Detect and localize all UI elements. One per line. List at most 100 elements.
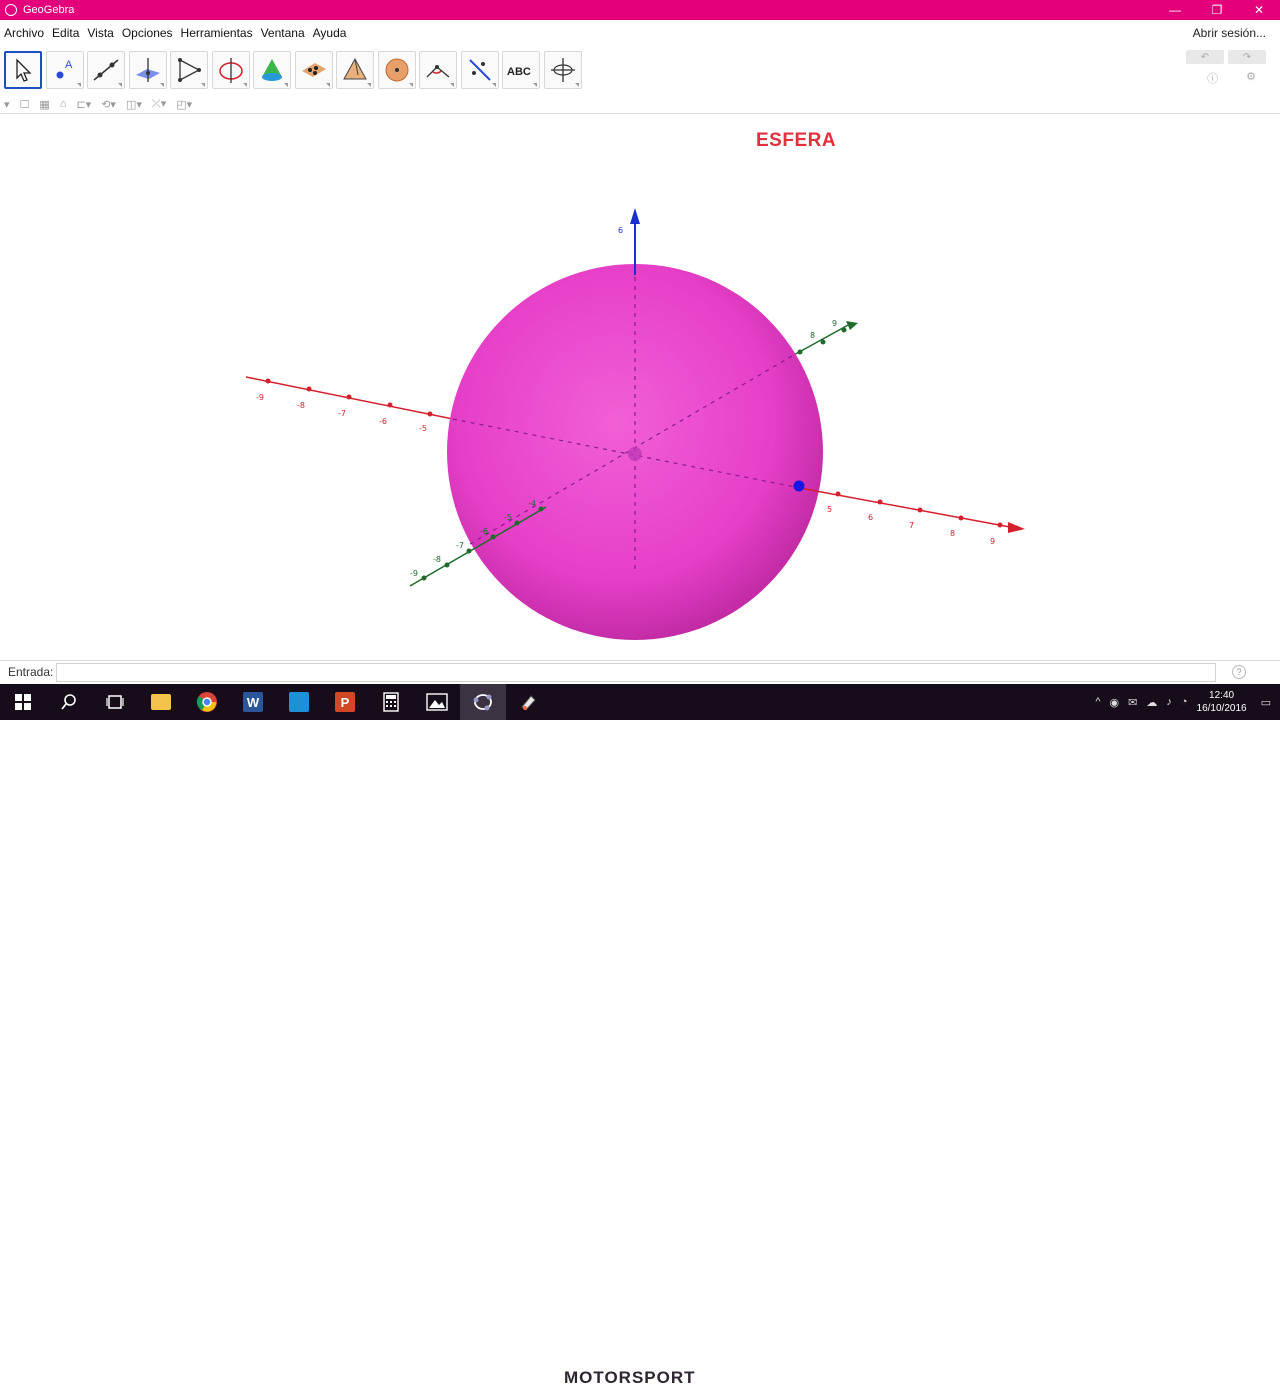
start-button[interactable] <box>0 684 46 720</box>
polygon-tool[interactable] <box>170 51 208 89</box>
taskbar-paint[interactable] <box>506 684 552 720</box>
x-tick-label: 7 <box>909 521 914 530</box>
plane-three-points-tool[interactable] <box>294 51 333 89</box>
svg-text:ABC: ABC <box>507 66 531 78</box>
taskbar-geogebra[interactable] <box>460 684 506 720</box>
x-tick-label: -7 <box>338 409 346 418</box>
y-tick-label: -4 <box>528 499 536 508</box>
text-abc-icon: ABC <box>507 66 531 78</box>
volume-icon[interactable]: ♪ <box>1166 696 1172 708</box>
maximize-button[interactable]: ❐ <box>1196 0 1238 20</box>
close-button[interactable]: ✕ <box>1238 0 1280 20</box>
taskbar-clock[interactable]: 12:40 16/10/2016 <box>1197 689 1247 715</box>
undo-button[interactable]: ↶ <box>1186 50 1224 64</box>
cone-icon <box>262 59 282 81</box>
windows-logo-icon <box>15 694 31 710</box>
tray-overflow-icon[interactable]: ^ <box>1095 696 1100 708</box>
store-icon <box>289 692 309 712</box>
menu-edita[interactable]: Edita <box>52 26 79 40</box>
system-tray: ^ ◉ ✉ ☁ ♪ ◔ 12:40 16/10/2016 ▭ <box>1095 684 1280 720</box>
angle-tool[interactable] <box>419 51 457 89</box>
tray-app-icon[interactable]: ◉ <box>1110 696 1120 709</box>
y-tick-label: -7 <box>456 541 464 550</box>
y-tick-label: -9 <box>410 569 418 578</box>
x-tick-label: -8 <box>297 401 305 410</box>
view-direction-icon[interactable]: ⊏▾ <box>76 98 91 111</box>
clock-date: 16/10/2016 <box>1196 703 1247 714</box>
y-tick-label: -6 <box>480 527 488 536</box>
minimize-button[interactable]: — <box>1154 0 1196 20</box>
menu-vista[interactable]: Vista <box>87 26 113 40</box>
menu-bar: Archivo Edita Vista Opciones Herramienta… <box>0 23 1280 43</box>
input-field[interactable] <box>56 662 1217 682</box>
taskbar-word[interactable]: W <box>230 684 276 720</box>
onedrive-icon[interactable]: ☁ <box>1146 696 1157 709</box>
arrow-cursor-icon <box>16 58 32 82</box>
sign-in-link[interactable]: Abrir sesión... <box>1193 26 1266 40</box>
perpendicular-icon <box>135 58 160 82</box>
help-icon[interactable]: ⓘ <box>1207 70 1218 86</box>
point-a-icon: A <box>56 59 73 79</box>
reflect-tool[interactable] <box>460 51 499 89</box>
line-icon <box>93 59 119 81</box>
x-tick-label: 5 <box>827 505 832 514</box>
intersect-surfaces-tool[interactable] <box>253 51 291 89</box>
home-view-icon[interactable]: ⌂ <box>60 98 67 110</box>
x-tick-label: -5 <box>419 424 427 433</box>
plane-perpendicular-tool[interactable] <box>128 51 167 89</box>
reflect-icon <box>468 59 491 81</box>
gear-icon[interactable]: ⚙ <box>1246 70 1256 86</box>
stylebar-toggle-icon[interactable]: ▾ <box>4 98 10 111</box>
taskbar-photos[interactable] <box>414 684 460 720</box>
window-controls: — ❐ ✕ <box>1154 0 1280 20</box>
grid-toggle-icon[interactable]: ▦ <box>39 98 49 111</box>
menu-ayuda[interactable]: Ayuda <box>313 26 347 40</box>
graphics-3d-view[interactable]: -9 -8 -7 -6 -5 8 9 6 5 6 7 8 9 -9 -8 -7 … <box>0 116 1280 658</box>
header-right-icons: ⓘ ⚙ <box>1207 70 1256 86</box>
sphere-point[interactable] <box>793 480 805 492</box>
line-tool[interactable] <box>87 51 125 89</box>
paint-icon <box>521 695 536 711</box>
background-icon[interactable]: ◰▾ <box>176 98 192 111</box>
axes-toggle-icon[interactable]: ☐ <box>20 98 30 111</box>
title-bar: GeoGebra — ❐ ✕ <box>0 0 1280 20</box>
task-view-button[interactable] <box>92 684 138 720</box>
page-title: ESFERA <box>756 130 837 151</box>
clipping-icon[interactable]: ◫▾ <box>126 98 142 111</box>
taskbar-calculator[interactable] <box>368 684 414 720</box>
redo-button[interactable]: ↷ <box>1228 50 1266 64</box>
x-tick-label: 9 <box>990 537 995 546</box>
menu-archivo[interactable]: Archivo <box>4 26 44 40</box>
y-axis-labels-positive: 8 9 <box>810 319 837 340</box>
input-help-icon[interactable]: ? <box>1232 665 1246 679</box>
menu-ventana[interactable]: Ventana <box>261 26 305 40</box>
move-tool[interactable] <box>4 51 42 89</box>
pyramid-tool[interactable] <box>336 51 374 89</box>
network-icon[interactable]: ◔ <box>1181 696 1188 708</box>
task-view-icon <box>106 695 124 709</box>
text-tool[interactable]: ABC <box>502 51 540 89</box>
undo-redo-group: ↶ ↷ <box>1186 50 1266 64</box>
y-axis-ticks-positive <box>797 327 847 355</box>
x-axis-labels-negative: -9 -8 -7 -6 -5 <box>256 393 427 433</box>
geogebra-icon <box>473 694 492 711</box>
rotate-view-tool[interactable] <box>543 51 582 89</box>
search-button[interactable] <box>46 684 92 720</box>
sphere-tool[interactable] <box>377 51 416 89</box>
taskbar-chrome[interactable] <box>184 684 230 720</box>
projection-icon[interactable]: ⤫▾ <box>152 97 166 111</box>
y-tick-label: -8 <box>433 555 441 564</box>
language-icon[interactable]: ✉ <box>1128 696 1137 709</box>
clock-time: 12:40 <box>1209 690 1235 701</box>
taskbar-store[interactable] <box>276 684 322 720</box>
y-tick-label: 9 <box>832 319 837 328</box>
menu-opciones[interactable]: Opciones <box>122 26 173 40</box>
taskbar-powerpoint[interactable]: P <box>322 684 368 720</box>
point-tool[interactable]: A <box>45 51 84 89</box>
circle-axis-tool[interactable] <box>211 51 250 89</box>
menu-herramientas[interactable]: Herramientas <box>181 26 253 40</box>
rotate-view-icon[interactable]: ⟲▾ <box>101 98 116 111</box>
taskbar-file-explorer[interactable] <box>138 684 184 720</box>
origin-point <box>628 447 642 461</box>
notifications-icon[interactable]: ▭ <box>1261 696 1271 709</box>
